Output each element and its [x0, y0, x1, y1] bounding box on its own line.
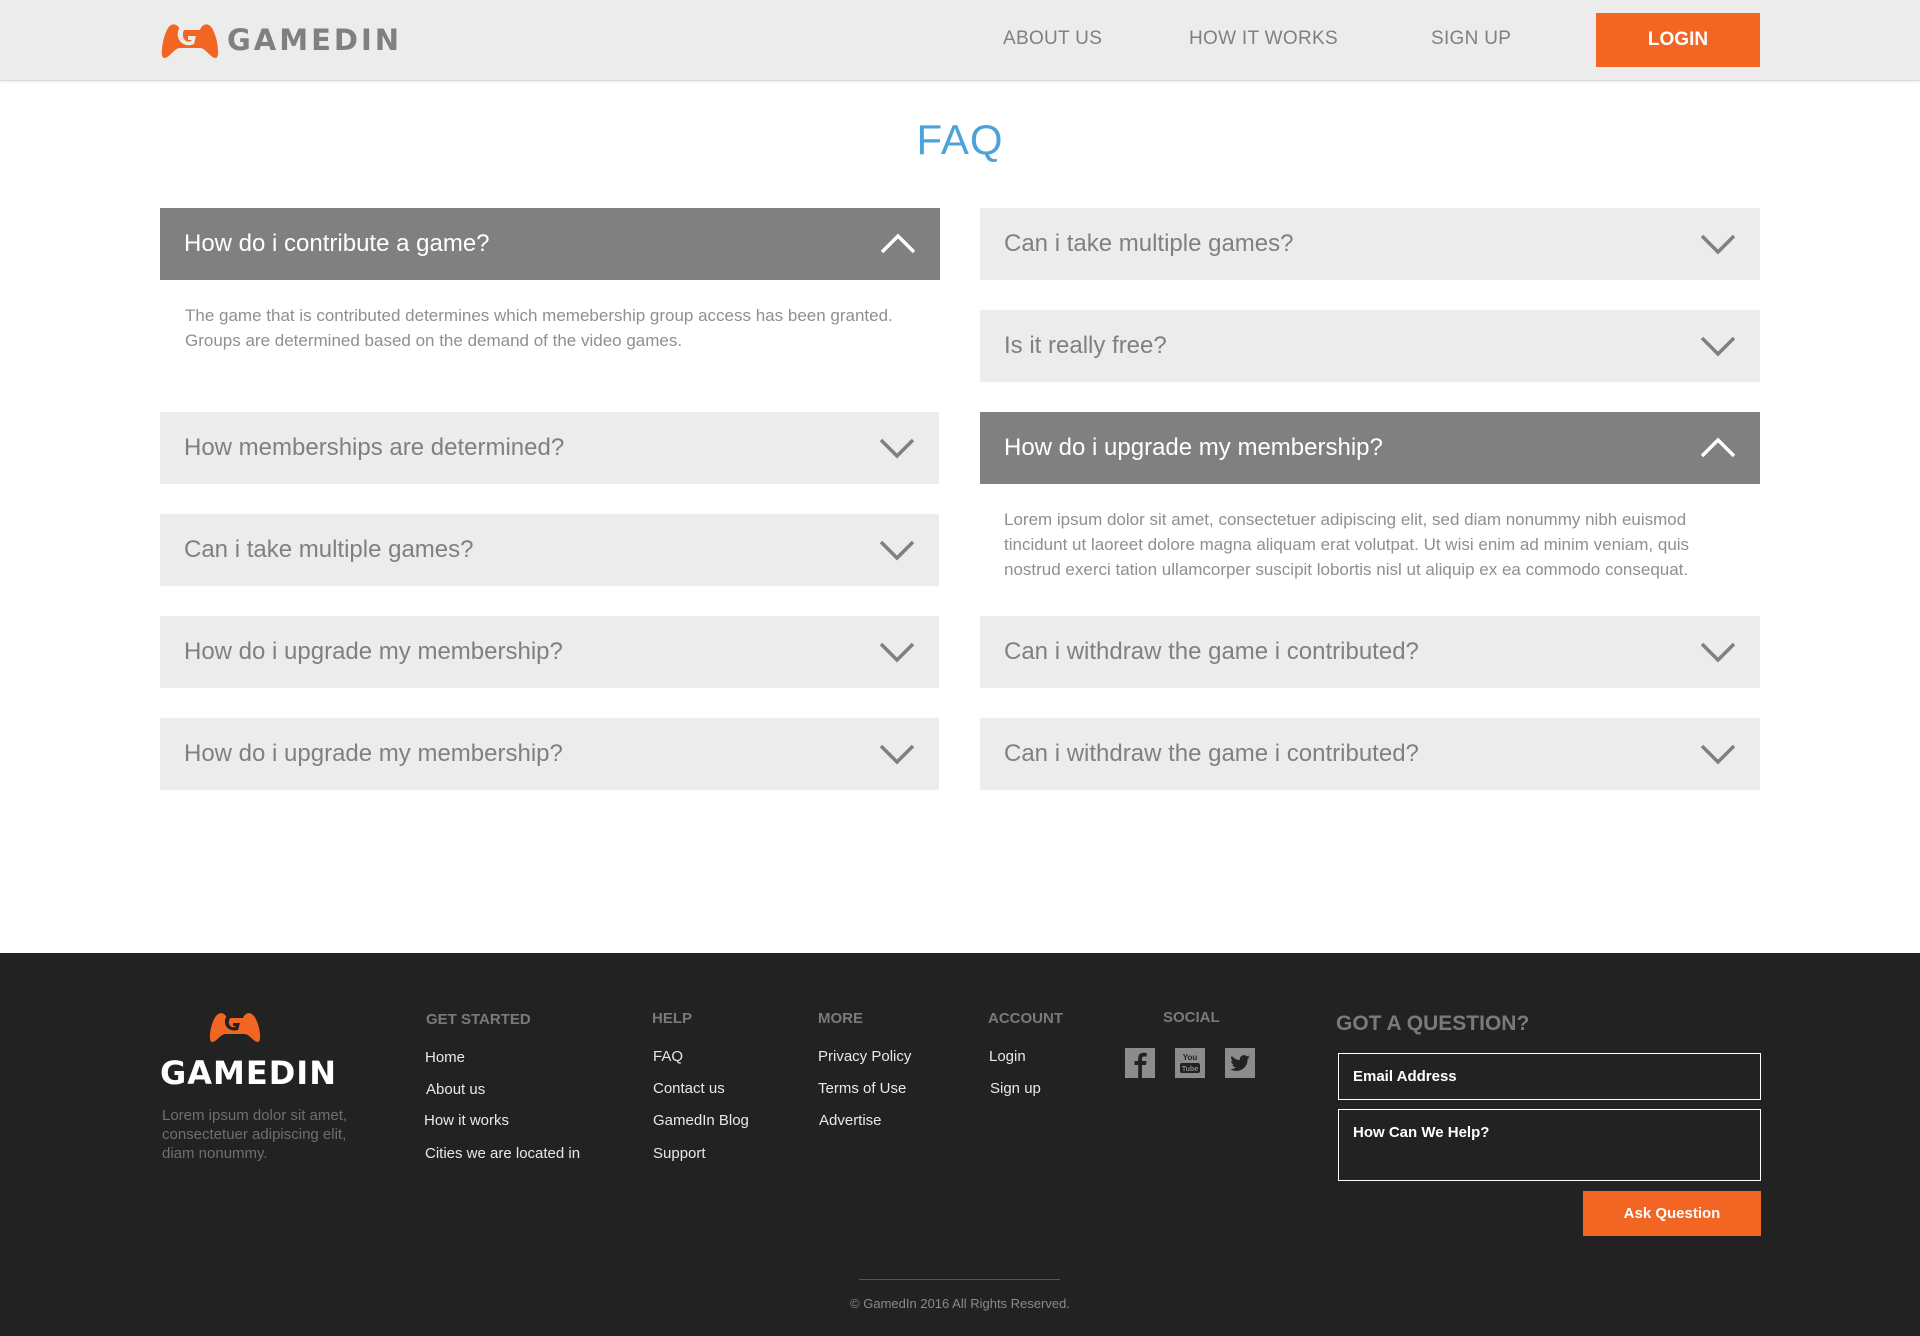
- footer-link-sign-up[interactable]: Sign up: [990, 1080, 1041, 1097]
- footer-link-home[interactable]: Home: [425, 1049, 465, 1066]
- footer-heading-more: MORE: [818, 1010, 863, 1027]
- faq-item-left-5[interactable]: How do i upgrade my membership?: [160, 718, 939, 790]
- svg-text:Tube: Tube: [1182, 1066, 1198, 1073]
- logo-text: GAMEDIN: [227, 23, 403, 57]
- faq-question: How memberships are determined?: [184, 434, 565, 461]
- chevron-down-icon[interactable]: [879, 738, 915, 768]
- chevron-up-icon[interactable]: [880, 228, 916, 258]
- chevron-down-icon[interactable]: [1700, 330, 1736, 360]
- chevron-down-icon[interactable]: [1700, 738, 1736, 768]
- footer-heading-social: SOCIAL: [1163, 1009, 1220, 1026]
- footer-divider: [859, 1279, 1060, 1280]
- faq-question: How do i upgrade my membership?: [1004, 434, 1383, 461]
- chevron-down-icon[interactable]: [879, 432, 915, 462]
- ask-question-button[interactable]: Ask Question: [1583, 1191, 1761, 1236]
- faq-question: Can i take multiple games?: [184, 536, 474, 563]
- footer-link-faq[interactable]: FAQ: [653, 1048, 683, 1065]
- site-logo[interactable]: GAMEDIN: [160, 18, 402, 62]
- gamedin-logo-icon: [160, 18, 220, 62]
- faq-item-left-2[interactable]: How memberships are determined?: [160, 412, 939, 484]
- help-message-field[interactable]: How Can We Help?: [1338, 1109, 1761, 1181]
- footer-link-blog[interactable]: GamedIn Blog: [653, 1112, 749, 1129]
- nav-how-it-works[interactable]: HOW IT WORKS: [1189, 28, 1338, 50]
- faq-item-right-5[interactable]: Can i withdraw the game i contributed?: [980, 718, 1760, 790]
- footer-heading-help: HELP: [652, 1010, 693, 1027]
- faq-item-right-4[interactable]: Can i withdraw the game i contributed?: [980, 616, 1760, 688]
- nav-sign-up[interactable]: SIGN UP: [1431, 28, 1511, 50]
- faq-answer: Lorem ipsum dolor sit amet, consectetuer…: [1004, 510, 1690, 579]
- faq-item-left-1[interactable]: How do i contribute a game?: [160, 208, 940, 280]
- faq-question: Can i take multiple games?: [1004, 230, 1294, 257]
- chevron-down-icon[interactable]: [1700, 228, 1736, 258]
- faq-question: How do i upgrade my membership?: [184, 740, 563, 767]
- footer-logo[interactable]: GAMEDIN: [160, 1008, 336, 1093]
- footer-link-contact-us[interactable]: Contact us: [653, 1080, 725, 1097]
- chevron-down-icon[interactable]: [1700, 636, 1736, 666]
- footer-heading-account: ACCOUNT: [988, 1010, 1063, 1027]
- chevron-down-icon[interactable]: [879, 636, 915, 666]
- footer-link-cities[interactable]: Cities we are located in: [425, 1145, 580, 1162]
- svg-text:You: You: [1183, 1053, 1198, 1062]
- footer-link-privacy-policy[interactable]: Privacy Policy: [818, 1048, 911, 1065]
- faq-item-right-3[interactable]: How do i upgrade my membership?: [980, 412, 1760, 484]
- email-field[interactable]: Email Address: [1338, 1053, 1761, 1100]
- footer-link-about-us[interactable]: About us: [426, 1081, 485, 1098]
- faq-item-left-3[interactable]: Can i take multiple games?: [160, 514, 939, 586]
- faq-question: How do i contribute a game?: [184, 230, 490, 257]
- faq-item-left-4[interactable]: How do i upgrade my membership?: [160, 616, 939, 688]
- got-a-question-title: GOT A QUESTION?: [1336, 1012, 1530, 1035]
- faq-question: Can i withdraw the game i contributed?: [1004, 740, 1419, 767]
- footer-link-how-it-works[interactable]: How it works: [424, 1112, 509, 1129]
- faq-answer: The game that is contributed determines …: [185, 306, 893, 350]
- twitter-icon[interactable]: [1225, 1048, 1255, 1078]
- chevron-up-icon[interactable]: [1700, 432, 1736, 462]
- facebook-icon[interactable]: [1125, 1048, 1155, 1078]
- footer-logo-text: GAMEDIN: [160, 1054, 337, 1092]
- footer-description: Lorem ipsum dolor sit amet, consectetuer…: [162, 1107, 348, 1162]
- footer-heading-get-started: GET STARTED: [426, 1011, 531, 1028]
- page-title: FAQ: [916, 116, 1004, 163]
- faq-item-right-2[interactable]: Is it really free?: [980, 310, 1760, 382]
- site-header: GAMEDIN ABOUT US HOW IT WORKS SIGN UP LO…: [0, 0, 1920, 81]
- footer-link-support[interactable]: Support: [653, 1145, 706, 1162]
- footer-link-login[interactable]: Login: [989, 1048, 1026, 1065]
- copyright-text: © GamedIn 2016 All Rights Reserved.: [850, 1296, 1070, 1311]
- faq-question: How do i upgrade my membership?: [184, 638, 563, 665]
- nav-about-us[interactable]: ABOUT US: [1003, 28, 1102, 50]
- faq-question: Can i withdraw the game i contributed?: [1004, 638, 1419, 665]
- footer-link-advertise[interactable]: Advertise: [819, 1112, 882, 1129]
- footer-link-terms-of-use[interactable]: Terms of Use: [818, 1080, 906, 1097]
- youtube-icon[interactable]: You Tube: [1175, 1048, 1205, 1078]
- chevron-down-icon[interactable]: [879, 534, 915, 564]
- faq-question: Is it really free?: [1004, 332, 1167, 359]
- faq-item-right-1[interactable]: Can i take multiple games?: [980, 208, 1760, 280]
- login-button[interactable]: LOGIN: [1596, 13, 1760, 67]
